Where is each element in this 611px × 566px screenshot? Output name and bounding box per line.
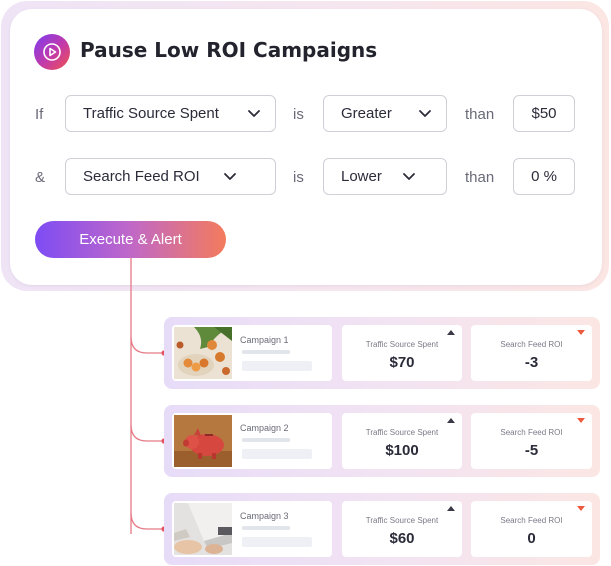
search-roi-metric: Search Feed ROI -3 xyxy=(471,325,592,381)
connector-lines xyxy=(130,258,167,534)
laptop-photo xyxy=(174,503,232,555)
placeholder-bar xyxy=(242,449,312,459)
placeholder-bar xyxy=(242,526,290,530)
metric-value: $100 xyxy=(385,442,419,459)
traffic-spent-metric: Traffic Source Spent $100 xyxy=(342,413,462,469)
piggy-bank-photo xyxy=(174,415,232,467)
metric-value: -3 xyxy=(524,354,539,371)
metric-label: Search Feed ROI xyxy=(500,516,563,525)
search-roi-metric: Search Feed ROI -5 xyxy=(471,413,592,469)
metric-value: -5 xyxy=(524,442,539,459)
campaign-name: Campaign 1 xyxy=(240,335,289,345)
campaign-row-3: Campaign 3 Traffic Source Spent $60 Sear… xyxy=(164,493,600,565)
placeholder-bar xyxy=(242,361,312,371)
triangle-up-icon xyxy=(447,506,455,511)
triangle-down-icon xyxy=(577,506,585,511)
metric-label: Traffic Source Spent xyxy=(365,516,439,525)
triangle-up-icon xyxy=(447,418,455,423)
metric-value: $70 xyxy=(389,354,415,371)
triangle-up-icon xyxy=(447,330,455,335)
metric-label: Traffic Source Spent xyxy=(365,428,439,437)
campaign-name: Campaign 2 xyxy=(240,423,289,433)
campaign-card[interactable]: Campaign 3 xyxy=(172,501,332,557)
campaign-name: Campaign 3 xyxy=(240,511,289,521)
placeholder-bar xyxy=(242,350,290,354)
campaign-card[interactable]: Campaign 2 xyxy=(172,413,332,469)
vegetables-photo xyxy=(174,327,232,379)
metric-label: Traffic Source Spent xyxy=(365,340,439,349)
campaign-card[interactable]: Campaign 1 xyxy=(172,325,332,381)
placeholder-bar xyxy=(242,537,312,547)
triangle-down-icon xyxy=(577,330,585,335)
campaign-row-2: Campaign 2 Traffic Source Spent $100 Sea… xyxy=(164,405,600,477)
metric-label: Search Feed ROI xyxy=(500,340,563,349)
traffic-spent-metric: Traffic Source Spent $60 xyxy=(342,501,462,557)
traffic-spent-metric: Traffic Source Spent $70 xyxy=(342,325,462,381)
campaign-row-1: Campaign 1 Traffic Source Spent $70 Sear… xyxy=(164,317,600,389)
placeholder-bar xyxy=(242,438,290,442)
metric-value: 0 xyxy=(527,530,536,547)
triangle-down-icon xyxy=(577,418,585,423)
search-roi-metric: Search Feed ROI 0 xyxy=(471,501,592,557)
metric-value: $60 xyxy=(389,530,415,547)
metric-label: Search Feed ROI xyxy=(500,428,563,437)
